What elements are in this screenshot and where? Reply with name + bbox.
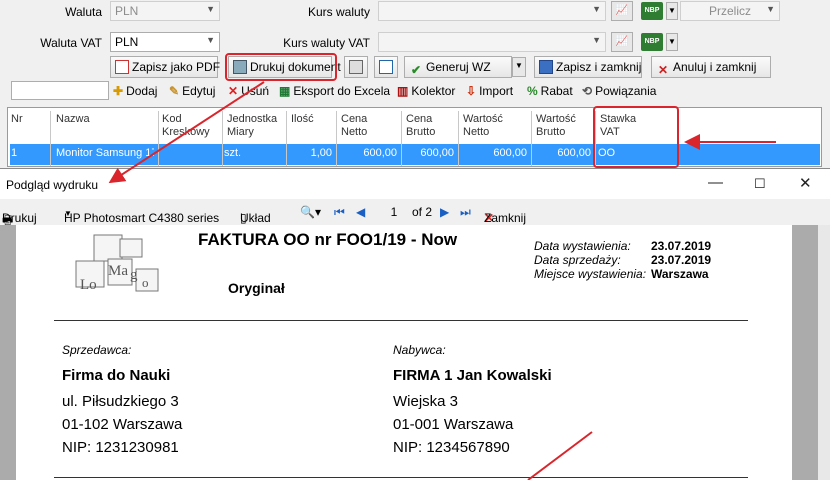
arrow-to-preview [108, 81, 265, 184]
annotation-arrows [108, 81, 776, 480]
arrow-lower [527, 431, 593, 480]
